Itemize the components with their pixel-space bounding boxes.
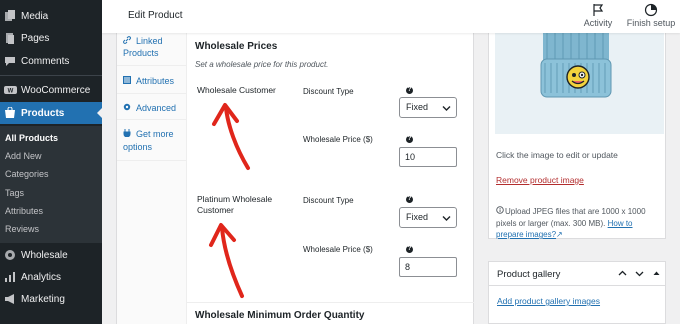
help-icon[interactable]: ? [406, 87, 413, 94]
help-icon[interactable]: ? [406, 246, 413, 253]
submenu-reviews[interactable]: Reviews [5, 222, 39, 236]
sidebar-item-label: Media [21, 10, 49, 22]
wholesale-icon [3, 248, 17, 262]
section-description: Set a wholesale price for this product. [195, 60, 329, 69]
comments-icon [3, 54, 17, 68]
chevron-down-icon[interactable] [634, 268, 645, 279]
tab-label: Advanced [136, 103, 177, 113]
submenu-add-new[interactable]: Add New [5, 149, 42, 163]
sidebar-item-label: Analytics [21, 271, 62, 283]
tab-attributes[interactable]: Attributes [123, 75, 185, 87]
tab-advanced[interactable]: Advanced [123, 102, 185, 114]
woocommerce-icon: W [3, 83, 17, 97]
discount-type-select[interactable]: Fixed [399, 97, 457, 118]
discount-type-label: Discount Type [303, 196, 354, 205]
role-label-platinum-wholesale-customer: Platinum Wholesale Customer [197, 194, 273, 215]
product-data-tabs: Linked Products Attributes Advanced Get … [117, 33, 187, 324]
chevron-down-icon [442, 216, 451, 221]
sidebar-item-label: Marketing [21, 293, 65, 305]
section-title: Wholesale Prices [195, 41, 278, 52]
finish-setup-label: Finish setup [626, 18, 676, 28]
sidebar-item-media[interactable]: Media [0, 5, 102, 27]
link-icon [123, 35, 132, 47]
discount-type-value: Fixed [406, 212, 429, 222]
submenu-categories[interactable]: Categories [5, 167, 49, 181]
sidebar-item-marketing[interactable]: Marketing [0, 288, 102, 310]
tab-separator [117, 119, 187, 120]
help-icon[interactable]: ? [406, 136, 413, 143]
tab-separator [117, 160, 187, 161]
info-icon [496, 206, 505, 218]
top-bar: Edit Product Activity Finish setup [102, 0, 680, 33]
remove-product-image-link[interactable]: Remove product image [496, 175, 584, 185]
page-title: Edit Product [128, 10, 183, 21]
analytics-icon [3, 270, 17, 284]
tab-get-more-options[interactable]: Get more options [123, 128, 185, 154]
wholesale-price-label: Wholesale Price ($) [303, 135, 373, 144]
activity-label: Activity [583, 18, 613, 28]
gear-icon [123, 102, 132, 114]
media-icon [3, 9, 17, 23]
submenu-all-products[interactable]: All Products [5, 131, 58, 145]
product-gallery-box: Product gallery Add product gallery imag… [488, 261, 666, 324]
gallery-title: Product gallery [497, 269, 561, 280]
attributes-icon [123, 75, 132, 87]
help-icon[interactable]: ? [406, 196, 413, 203]
chevron-up-icon[interactable] [617, 268, 628, 279]
tab-separator [117, 93, 187, 94]
progress-ring-icon [644, 3, 658, 17]
admin-sidebar: Media Pages Comments W WooCommerce Produ… [0, 0, 102, 324]
external-link-icon: ↗ [556, 230, 563, 239]
add-gallery-images-link[interactable]: Add product gallery images [497, 296, 600, 306]
tab-linked-products[interactable]: Linked Products [123, 35, 185, 59]
product-data-panel: Linked Products Attributes Advanced Get … [116, 33, 474, 324]
tab-label: Attributes [136, 76, 175, 86]
discount-type-label: Discount Type [303, 87, 354, 96]
product-image-box: Click the image to edit or update Remove… [488, 33, 666, 239]
sidebar-separator [0, 75, 102, 76]
sidebar-item-label: Pages [21, 32, 50, 44]
activity-button[interactable]: Activity [571, 3, 625, 28]
discount-type-select[interactable]: Fixed [399, 207, 457, 228]
sidebar-item-wholesale[interactable]: Wholesale [0, 244, 102, 266]
beanie-image [495, 33, 664, 134]
plugin-icon [123, 128, 132, 141]
marketing-icon [3, 292, 17, 306]
sidebar-item-label: Wholesale [21, 249, 68, 261]
sidebar-item-pages[interactable]: Pages [0, 27, 102, 49]
sidebar-item-label: Products [21, 107, 65, 119]
tab-separator [117, 65, 187, 66]
pages-icon [3, 31, 17, 45]
wholesale-price-label: Wholesale Price ($) [303, 245, 373, 254]
gallery-header: Product gallery [489, 262, 665, 286]
annotation-arrow [209, 223, 244, 298]
role-label-wholesale-customer: Wholesale Customer [197, 85, 276, 95]
submenu-tags[interactable]: Tags [5, 186, 24, 200]
submenu-attributes[interactable]: Attributes [5, 204, 43, 218]
products-submenu: All Products Add New Categories Tags Att… [0, 126, 102, 243]
sidebar-item-label: WooCommerce [21, 84, 91, 96]
finish-setup-button[interactable]: Finish setup [624, 3, 678, 28]
products-icon [3, 106, 17, 120]
chevron-down-icon [442, 106, 451, 111]
discount-type-value: Fixed [406, 102, 429, 112]
annotation-arrow [212, 103, 250, 170]
wholesale-price-input[interactable]: 10 [399, 147, 457, 167]
product-thumbnail[interactable] [495, 33, 664, 134]
flag-icon [591, 3, 605, 17]
min-order-quantity-title: Wholesale Minimum Order Quantity [195, 310, 365, 321]
sidebar-item-comments[interactable]: Comments [0, 50, 102, 72]
sidebar-item-analytics[interactable]: Analytics [0, 266, 102, 288]
upload-note: Upload JPEG files that are 1000 x 1000 p… [496, 206, 662, 241]
toggle-panel-icon[interactable] [651, 268, 662, 279]
sidebar-item-products[interactable]: Products [0, 102, 102, 124]
wholesale-price-input[interactable]: 8 [399, 257, 457, 277]
svg-text:W: W [7, 89, 13, 95]
sidebar-item-woocommerce[interactable]: W WooCommerce [0, 79, 102, 101]
image-edit-hint: Click the image to edit or update [496, 150, 618, 160]
sidebar-item-label: Comments [21, 55, 70, 67]
